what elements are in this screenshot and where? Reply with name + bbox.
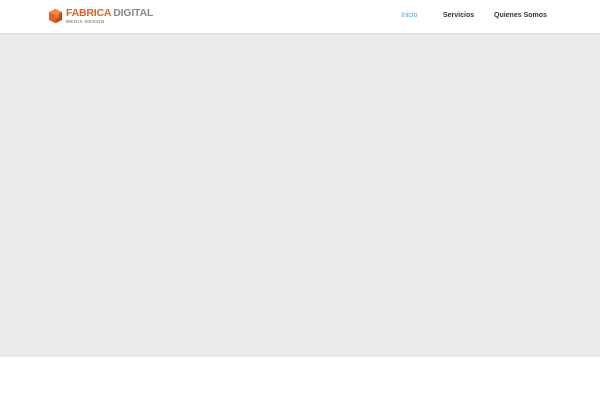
site-header: FABRICA DIGITAL MEDIA DESIGN Inicio Servi… (0, 0, 600, 33)
main-nav: Inicio Servicios Quienes Somos (0, 0, 600, 33)
nav-item-servicios[interactable]: Servicios (443, 12, 474, 19)
nav-item-quienes-somos[interactable]: Quienes Somos (494, 12, 547, 19)
nav-item-inicio[interactable]: Inicio (401, 12, 417, 19)
hero-banner (0, 33, 600, 357)
content-area (0, 357, 600, 400)
